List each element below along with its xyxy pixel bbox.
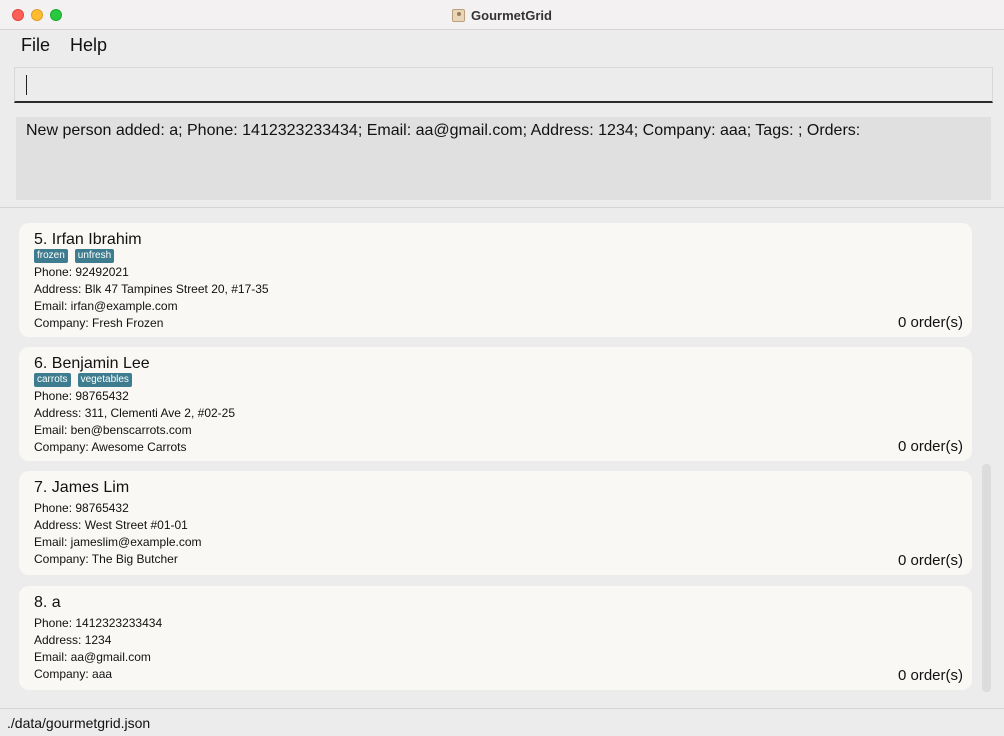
menu-help[interactable]: Help — [70, 35, 107, 56]
person-address: Address: 311, Clementi Ave 2, #02-25 — [34, 406, 236, 420]
list-scrollbar[interactable] — [982, 464, 991, 692]
person-list[interactable]: 5. Irfan Ibrahim frozen unfresh Phone: 9… — [8, 212, 998, 702]
person-phone: Phone: 98765432 — [34, 389, 129, 403]
command-box[interactable] — [14, 67, 993, 103]
address-book-icon — [452, 8, 466, 22]
app-window: GourmetGrid File Help New person added: … — [0, 0, 1004, 736]
person-name: 5. Irfan Ibrahim — [34, 231, 142, 248]
person-address: Address: Blk 47 Tampines Street 20, #17-… — [34, 282, 269, 296]
person-card[interactable]: 6. Benjamin Lee carrots vegetables Phone… — [19, 347, 972, 461]
tag: unfresh — [74, 249, 115, 263]
person-name: 6. Benjamin Lee — [34, 355, 150, 372]
person-card[interactable]: 7. James Lim Phone: 98765432 Address: We… — [19, 471, 972, 575]
menu-bar: File Help — [0, 30, 1004, 60]
order-count: 0 order(s) — [897, 552, 963, 569]
window-title: GourmetGrid — [471, 7, 552, 23]
person-company: Company: Awesome Carrots — [34, 440, 187, 454]
person-name: 7. James Lim — [34, 479, 130, 496]
section-divider — [0, 207, 1004, 208]
title-bar[interactable]: GourmetGrid — [0, 0, 1004, 30]
tag-list: frozen unfresh — [34, 249, 115, 263]
person-name: 8. a — [34, 594, 61, 611]
person-email: Email: irfan@example.com — [34, 299, 178, 313]
order-count: 0 order(s) — [897, 438, 963, 455]
command-input[interactable] — [29, 68, 979, 102]
person-phone: Phone: 98765432 — [34, 501, 129, 515]
person-phone: Phone: 92492021 — [34, 265, 129, 279]
order-count: 0 order(s) — [897, 667, 963, 684]
person-email: Email: aa@gmail.com — [34, 650, 151, 664]
tag: vegetables — [77, 373, 132, 387]
tag: carrots — [34, 373, 71, 387]
person-email: Email: jameslim@example.com — [34, 535, 202, 549]
person-company: Company: aaa — [34, 667, 113, 681]
status-bar: ./data/gourmetgrid.json — [0, 708, 1004, 736]
person-address: Address: West Street #01-01 — [34, 518, 188, 532]
result-display: New person added: a; Phone: 141232323343… — [16, 117, 991, 200]
tag: frozen — [34, 249, 68, 263]
order-count: 0 order(s) — [897, 314, 963, 331]
person-address: Address: 1234 — [34, 633, 112, 647]
person-card[interactable]: 8. a Phone: 1412323233434 Address: 1234 … — [19, 586, 972, 690]
person-card[interactable]: 5. Irfan Ibrahim frozen unfresh Phone: 9… — [19, 223, 972, 337]
text-caret — [26, 75, 27, 95]
person-company: Company: Fresh Frozen — [34, 316, 164, 330]
person-phone: Phone: 1412323233434 — [34, 616, 163, 630]
menu-file[interactable]: File — [21, 35, 50, 56]
person-email: Email: ben@benscarrots.com — [34, 423, 192, 437]
window-title-group: GourmetGrid — [0, 0, 1004, 30]
tag-list: carrots vegetables — [34, 373, 132, 387]
result-message: New person added: a; Phone: 141232323343… — [26, 122, 861, 139]
data-file-path: ./data/gourmetgrid.json — [7, 715, 151, 731]
person-company: Company: The Big Butcher — [34, 552, 178, 566]
